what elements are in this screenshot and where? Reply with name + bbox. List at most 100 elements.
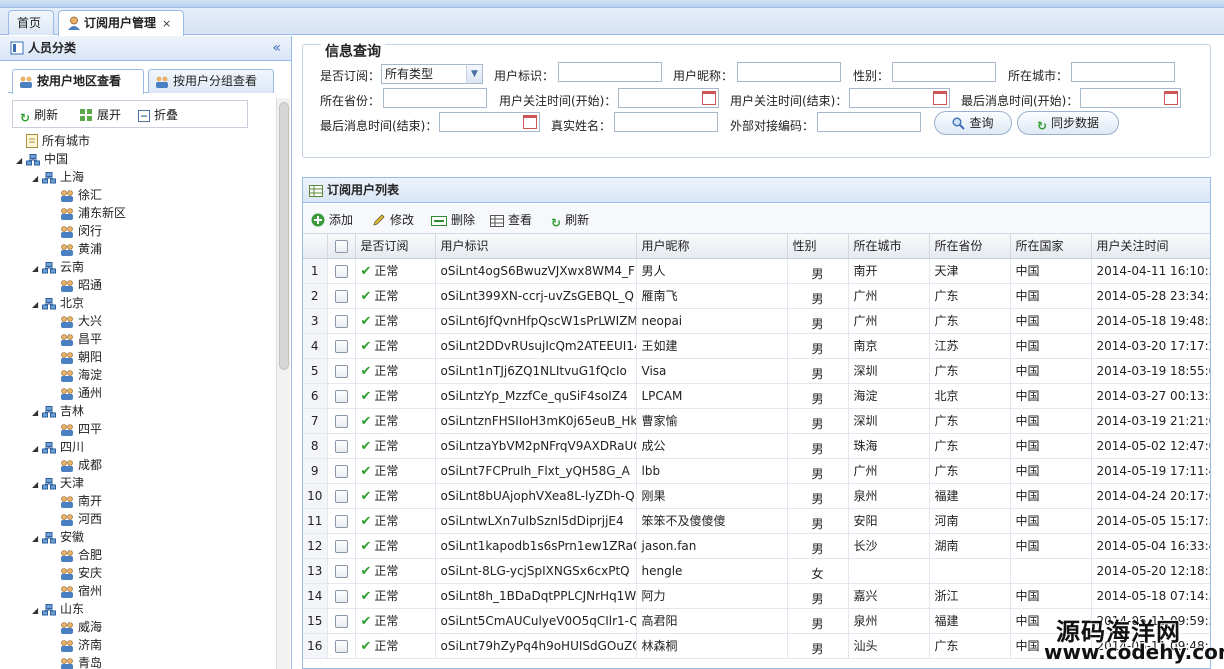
expand-arrow-icon[interactable]: ◢ <box>32 476 42 494</box>
tab-subscriber-management[interactable]: 订阅用户管理 × <box>58 10 184 36</box>
checkbox[interactable] <box>334 264 348 278</box>
row-checkbox-cell[interactable] <box>327 308 356 334</box>
tab-home[interactable]: 首页 <box>8 10 54 35</box>
checkbox[interactable] <box>334 589 348 603</box>
edit-button[interactable]: 修改 <box>372 211 414 230</box>
tree-node[interactable]: ◢ 吉林 <box>32 402 84 420</box>
table-row[interactable]: 2 ✔ 正常 oSiLnt399XN-ccrj-uvZsGEBQL_Q 雁南飞男广州 广东… <box>303 283 1210 309</box>
grid-refresh-button[interactable]: ↻ 刷新 <box>551 211 589 230</box>
nickname-input[interactable] <box>737 62 841 82</box>
tree-node[interactable]: 通州 <box>60 384 102 402</box>
close-icon[interactable]: × <box>162 17 171 30</box>
row-checkbox-cell[interactable] <box>327 558 356 584</box>
table-row[interactable]: 4 ✔ 正常 oSiLnt2DDvRUsujIcQm2ATEEUI14 王如建男南京 江苏… <box>303 333 1210 359</box>
row-checkbox-cell[interactable] <box>327 383 356 409</box>
checkbox[interactable] <box>334 539 348 553</box>
col-subscribed[interactable]: 是否订阅 <box>355 234 436 259</box>
tree-node[interactable]: ◢ 中国 <box>16 150 68 168</box>
table-row[interactable]: 12 ✔ 正常 oSiLnt1kapodb1s6sPrn1ew1ZRaQ jason.f… <box>303 533 1210 559</box>
row-checkbox-cell[interactable] <box>327 283 356 309</box>
tab-by-region[interactable]: 按用户地区查看 <box>12 69 144 94</box>
tree-node[interactable]: 大兴 <box>60 312 102 330</box>
tree-node[interactable]: ◢ 云南 <box>32 258 84 276</box>
expand-arrow-icon[interactable]: ◢ <box>32 440 42 458</box>
row-checkbox-cell[interactable] <box>327 458 356 484</box>
tree-node[interactable]: 所有城市 <box>26 132 90 150</box>
tree-node[interactable]: 四平 <box>60 420 102 438</box>
checkbox[interactable] <box>334 389 348 403</box>
row-checkbox-cell[interactable] <box>327 258 356 284</box>
col-province[interactable]: 所在省份 <box>929 234 1011 259</box>
tree-expand-button[interactable]: 展开 <box>79 106 121 125</box>
table-row[interactable]: 7 ✔ 正常 oSiLntznFHSIIoH3mK0j65euB_Hk 曹家愉男深圳 广东… <box>303 408 1210 434</box>
collapse-icon[interactable]: « <box>272 36 281 61</box>
tree-node[interactable]: 安庆 <box>60 564 102 582</box>
last-start-date[interactable] <box>1080 88 1181 108</box>
row-checkbox-cell[interactable] <box>327 433 356 459</box>
tree-refresh-button[interactable]: ↻ 刷新 <box>20 106 58 125</box>
table-row[interactable]: 9 ✔ 正常 oSiLnt7FCPruIh_Flxt_yQH58G_A lbb 男广州 广东… <box>303 458 1210 484</box>
follow-start-date[interactable] <box>618 88 719 108</box>
row-checkbox-cell[interactable] <box>327 408 356 434</box>
calendar-icon[interactable] <box>523 115 537 129</box>
add-button[interactable]: 添加 <box>311 211 353 230</box>
row-checkbox-cell[interactable] <box>327 583 356 609</box>
tree-node[interactable]: 合肥 <box>60 546 102 564</box>
user-id-input[interactable] <box>558 62 662 82</box>
table-row[interactable]: 1 ✔ 正常 oSiLnt4ogS6BwuzVJXwx8WM4_FRc 男人男南开 天津中… <box>303 258 1210 284</box>
table-row[interactable]: 10 ✔ 正常 oSiLnt8bUAjophVXea8L-lyZDh-Q 刚果男泉州 福建… <box>303 483 1210 509</box>
expand-arrow-icon[interactable]: ◢ <box>16 152 26 170</box>
tree-node[interactable]: ◢ 天津 <box>32 474 84 492</box>
province-input[interactable] <box>383 88 487 108</box>
table-row[interactable]: 15 ✔ 正常 oSiLnt5CmAUCulyeV0O5qCIlr1-Q 高君阳男泉州福… <box>303 608 1210 634</box>
row-checkbox-cell[interactable] <box>327 508 356 534</box>
tree-node[interactable]: 朝阳 <box>60 348 102 366</box>
tree-collapse-button[interactable]: 折叠 <box>138 106 178 125</box>
sex-input[interactable] <box>892 62 996 82</box>
checkbox[interactable] <box>334 364 348 378</box>
table-row[interactable]: 5 ✔ 正常 oSiLnt1nTJj6ZQ1NLItvuG1fQcIo Visa 男深圳广… <box>303 358 1210 384</box>
checkbox[interactable] <box>334 614 348 628</box>
expand-arrow-icon[interactable]: ◢ <box>32 602 42 620</box>
expand-arrow-icon[interactable]: ◢ <box>32 296 42 314</box>
checkbox[interactable] <box>334 564 348 578</box>
table-row[interactable]: 3 ✔ 正常 oSiLnt6JfQvnHfpQscW1sPrLWIZM neopai 男广… <box>303 308 1210 334</box>
table-row[interactable]: 6 ✔ 正常 oSiLntzYp_MzzfCe_quSiF4soIZ4 LPCAM 男海淀… <box>303 383 1210 409</box>
tree-node[interactable]: ◢ 四川 <box>32 438 84 456</box>
city-input[interactable] <box>1071 62 1175 82</box>
row-checkbox-cell[interactable] <box>327 533 356 559</box>
tree-node[interactable]: ◢ 安徽 <box>32 528 84 546</box>
subscribed-select[interactable]: 所有类型 ▼ <box>381 64 483 84</box>
tree-node[interactable]: 青岛 <box>60 654 102 669</box>
table-row[interactable]: 11 ✔ 正常 oSiLntwLXn7uIbSznl5dDiprjjE4 笨笨不及傻傻傻… <box>303 508 1210 534</box>
col-sex[interactable]: 性别 <box>787 234 849 259</box>
col-user-id[interactable]: 用户标识 <box>435 234 637 259</box>
checkbox[interactable] <box>334 289 348 303</box>
checkbox[interactable] <box>334 414 348 428</box>
tree-node[interactable]: 昭通 <box>60 276 102 294</box>
tree-node[interactable]: 济南 <box>60 636 102 654</box>
tree-node[interactable]: 昌平 <box>60 330 102 348</box>
tree-node[interactable]: ◢ 山东 <box>32 600 84 618</box>
tree-node[interactable]: 闵行 <box>60 222 102 240</box>
calendar-icon[interactable] <box>933 91 947 105</box>
tree-node[interactable]: 黄浦 <box>60 240 102 258</box>
tree-node[interactable]: 浦东新区 <box>60 204 126 222</box>
view-button[interactable]: 查看 <box>490 211 532 230</box>
checkbox[interactable] <box>334 314 348 328</box>
row-checkbox-cell[interactable] <box>327 333 356 359</box>
checkbox[interactable] <box>334 639 348 653</box>
tree-node[interactable]: 徐汇 <box>60 186 102 204</box>
row-checkbox-cell[interactable] <box>327 358 356 384</box>
col-follow-time[interactable]: 用户关注时间 <box>1091 234 1210 259</box>
tab-by-group[interactable]: 按用户分组查看 <box>148 69 274 93</box>
col-nickname[interactable]: 用户昵称 <box>636 234 788 259</box>
checkbox[interactable] <box>334 239 348 253</box>
tree-node[interactable]: 成都 <box>60 456 102 474</box>
row-checkbox-cell[interactable] <box>327 608 356 634</box>
row-checkbox-cell[interactable] <box>327 633 356 659</box>
tree-node[interactable]: 宿州 <box>60 582 102 600</box>
checkbox[interactable] <box>334 339 348 353</box>
left-scrollbar[interactable] <box>276 98 290 669</box>
col-country[interactable]: 所在国家 <box>1010 234 1092 259</box>
